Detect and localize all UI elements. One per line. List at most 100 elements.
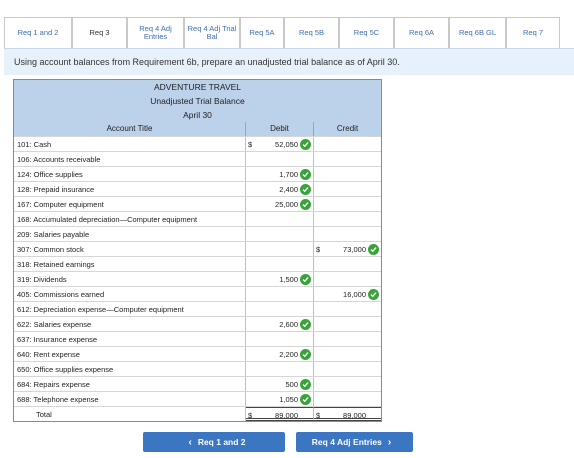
check-icon xyxy=(300,169,311,180)
debit-cell[interactable] xyxy=(246,257,314,271)
tab-req-7[interactable]: Req 7 xyxy=(506,17,560,48)
instruction-text: Using account balances from Requirement … xyxy=(14,57,400,67)
check-icon xyxy=(368,289,379,300)
account-cell[interactable]: 124: Office supplies xyxy=(14,167,246,181)
credit-cell[interactable] xyxy=(314,392,381,406)
debit-cell[interactable] xyxy=(246,287,314,301)
debit-cell[interactable]: 500 xyxy=(246,377,314,391)
table-row: 405: Commissions earned 16,000 xyxy=(14,286,381,301)
account-cell[interactable]: 622: Salaries expense xyxy=(14,317,246,331)
chevron-left-icon: ‹ xyxy=(188,436,192,448)
credit-cell[interactable] xyxy=(314,167,381,181)
credit-cell[interactable] xyxy=(314,377,381,391)
report-date: April 30 xyxy=(183,110,212,120)
tab-req-5c[interactable]: Req 5C xyxy=(339,17,394,48)
debit-value: 1,050 xyxy=(279,395,298,404)
debit-cell[interactable]: 2,200 xyxy=(246,347,314,361)
tab-req-5b[interactable]: Req 5B xyxy=(284,17,339,48)
account-cell[interactable]: 684: Repairs expense xyxy=(14,377,246,391)
debit-value: 25,000 xyxy=(275,200,298,209)
total-credit-cell[interactable]: $ 89,000 xyxy=(314,407,381,421)
table-row: 640: Rent expense 2,200 xyxy=(14,346,381,361)
tab-req-6b-gl[interactable]: Req 6B GL xyxy=(449,17,506,48)
table-row: 124: Office supplies 1,700 xyxy=(14,166,381,181)
next-button[interactable]: Req 4 Adj Entries › xyxy=(296,432,413,452)
tab-req-1-and-2[interactable]: Req 1 and 2 xyxy=(4,17,72,48)
tab-label: Req 4 Adj Trial Bal xyxy=(187,23,237,41)
tab-label: Req 1 and 2 xyxy=(17,27,59,37)
account-cell[interactable]: 128: Prepaid insurance xyxy=(14,182,246,196)
account-cell[interactable]: 209: Salaries payable xyxy=(14,227,246,241)
debit-cell[interactable]: $52,050 xyxy=(246,137,314,151)
table-row: 101: Cash $52,050 xyxy=(14,136,381,151)
debit-dollar: $ xyxy=(248,140,253,149)
total-credit-value: 89,000 xyxy=(343,411,366,420)
account-title-header: Account Title xyxy=(14,122,246,136)
table-row: 637: Insurance expense xyxy=(14,331,381,346)
credit-cell[interactable] xyxy=(314,182,381,196)
debit-header: Debit xyxy=(246,122,314,136)
debit-cell[interactable]: 1,700 xyxy=(246,167,314,181)
credit-cell[interactable] xyxy=(314,257,381,271)
debit-cell[interactable]: 2,600 xyxy=(246,317,314,331)
tab-req-4-adj-entries[interactable]: Req 4 Adj Entries xyxy=(127,17,184,48)
tab-req-3[interactable]: Req 3 xyxy=(72,17,127,48)
account-cell[interactable]: 101: Cash xyxy=(14,137,246,151)
table-row: 167: Computer equipment 25,000 xyxy=(14,196,381,211)
debit-cell[interactable]: 1,500 xyxy=(246,272,314,286)
total-debit-cell[interactable]: $ 89,000 xyxy=(246,407,314,421)
debit-value: 1,500 xyxy=(279,275,298,284)
credit-cell[interactable] xyxy=(314,317,381,331)
account-cell[interactable]: 319: Dividends xyxy=(14,272,246,286)
debit-cell[interactable]: 1,050 xyxy=(246,392,314,406)
table-row: 106: Accounts receivable xyxy=(14,151,381,166)
check-icon xyxy=(300,199,311,210)
debit-value: 2,200 xyxy=(279,350,298,359)
total-debit-value: 89,000 xyxy=(275,411,298,420)
account-cell[interactable]: 637: Insurance expense xyxy=(14,332,246,346)
credit-cell[interactable] xyxy=(314,272,381,286)
credit-cell[interactable] xyxy=(314,332,381,346)
tab-req-6a[interactable]: Req 6A xyxy=(394,17,449,48)
table-row: 622: Salaries expense 2,600 xyxy=(14,316,381,331)
account-cell[interactable]: 106: Accounts receivable xyxy=(14,152,246,166)
account-cell[interactable]: 168: Accumulated depreciation—Computer e… xyxy=(14,212,246,226)
credit-cell[interactable] xyxy=(314,197,381,211)
debit-cell[interactable] xyxy=(246,227,314,241)
check-icon xyxy=(300,379,311,390)
check-icon xyxy=(300,139,311,150)
credit-cell[interactable] xyxy=(314,362,381,376)
debit-cell[interactable]: 25,000 xyxy=(246,197,314,211)
tab-label: Req 3 xyxy=(89,27,110,37)
debit-cell[interactable] xyxy=(246,152,314,166)
account-cell[interactable]: 688: Telephone expense xyxy=(14,392,246,406)
credit-cell[interactable]: 16,000 xyxy=(314,287,381,301)
check-icon xyxy=(300,394,311,405)
tab-req-4-adj-trial-bal[interactable]: Req 4 Adj Trial Bal xyxy=(184,17,240,48)
debit-cell[interactable] xyxy=(246,332,314,346)
debit-cell[interactable] xyxy=(246,212,314,226)
account-cell[interactable]: 612: Depreciation expense—Computer equip… xyxy=(14,302,246,316)
debit-cell[interactable] xyxy=(246,242,314,256)
credit-cell[interactable] xyxy=(314,152,381,166)
account-cell[interactable]: 307: Common stock xyxy=(14,242,246,256)
table-row: 168: Accumulated depreciation—Computer e… xyxy=(14,211,381,226)
credit-cell[interactable] xyxy=(314,227,381,241)
account-cell[interactable]: 318: Retained earnings xyxy=(14,257,246,271)
account-cell[interactable]: 405: Commissions earned xyxy=(14,287,246,301)
debit-cell[interactable]: 2,400 xyxy=(246,182,314,196)
prev-button[interactable]: ‹ Req 1 and 2 xyxy=(143,432,285,452)
account-cell[interactable]: 640: Rent expense xyxy=(14,347,246,361)
tab-req-5a[interactable]: Req 5A xyxy=(240,17,284,48)
check-icon xyxy=(300,184,311,195)
credit-cell[interactable]: $73,000 xyxy=(314,242,381,256)
debit-cell[interactable] xyxy=(246,362,314,376)
credit-cell[interactable] xyxy=(314,302,381,316)
credit-cell[interactable] xyxy=(314,212,381,226)
credit-cell[interactable] xyxy=(314,347,381,361)
debit-cell[interactable] xyxy=(246,302,314,316)
account-cell[interactable]: 650: Office supplies expense xyxy=(14,362,246,376)
credit-cell[interactable] xyxy=(314,137,381,151)
account-cell[interactable]: 167: Computer equipment xyxy=(14,197,246,211)
tab-label: Req 5B xyxy=(298,27,325,37)
